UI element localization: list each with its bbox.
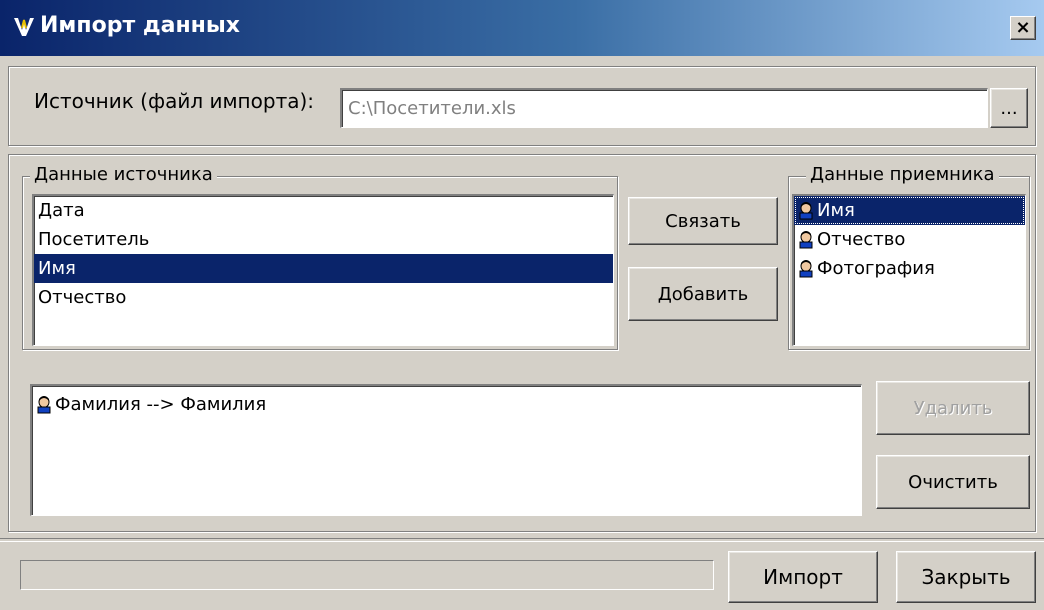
import-dialog: Импорт данных × Источник (файл импорта):…	[0, 0, 1044, 610]
person-icon	[799, 230, 813, 248]
app-logo-icon	[14, 18, 34, 36]
source-fields-list[interactable]: Дата Посетитель Имя Отчество	[32, 194, 614, 346]
target-field-item[interactable]: Имя	[794, 196, 1025, 225]
target-field-label: Имя	[817, 200, 855, 221]
field-links-list[interactable]: Фамилия --> Фамилия	[30, 384, 862, 516]
title-bar[interactable]: Импорт данных ×	[0, 0, 1044, 56]
close-button-label: Закрыть	[921, 565, 1011, 589]
divider	[0, 538, 1044, 542]
add-button[interactable]: Добавить	[628, 267, 778, 321]
source-label: Источник (файл импорта):	[34, 89, 315, 113]
person-icon	[37, 395, 51, 413]
import-button-label: Импорт	[763, 565, 843, 589]
target-field-item[interactable]: Фотография	[794, 254, 1025, 283]
target-field-label: Фотография	[817, 258, 935, 279]
clear-button-label: Очистить	[908, 471, 998, 493]
person-icon	[799, 201, 813, 219]
source-field-label: Имя	[38, 258, 76, 279]
close-icon: ×	[1015, 17, 1031, 38]
delete-button[interactable]: Удалить	[876, 381, 1030, 435]
import-progress-bar	[20, 560, 714, 590]
link-item[interactable]: Фамилия --> Фамилия	[32, 390, 861, 419]
window-title: Импорт данных	[40, 13, 240, 38]
person-icon	[799, 259, 813, 277]
target-field-item[interactable]: Отчество	[794, 225, 1025, 254]
target-data-title: Данные приемника	[806, 164, 999, 185]
source-file-input[interactable]	[340, 88, 988, 128]
source-field-label: Отчество	[38, 287, 127, 308]
target-fields-list[interactable]: Имя Отчество Фотография	[792, 194, 1026, 346]
close-window-button[interactable]: ×	[1010, 16, 1036, 40]
browse-label: ...	[1000, 97, 1018, 119]
link-button-label: Связать	[665, 210, 741, 232]
source-data-title: Данные источника	[30, 164, 217, 185]
import-button[interactable]: Импорт	[728, 551, 878, 603]
target-field-label: Отчество	[817, 229, 906, 250]
source-field-label: Посетитель	[38, 229, 150, 250]
source-field-item[interactable]: Посетитель	[34, 225, 613, 254]
browse-button[interactable]: ...	[990, 88, 1028, 128]
add-button-label: Добавить	[657, 283, 749, 305]
source-field-item[interactable]: Дата	[34, 196, 613, 225]
source-field-item[interactable]: Отчество	[34, 283, 613, 312]
close-button[interactable]: Закрыть	[896, 551, 1036, 603]
link-button[interactable]: Связать	[628, 197, 778, 245]
link-item-label: Фамилия --> Фамилия	[55, 394, 267, 415]
clear-button[interactable]: Очистить	[876, 455, 1030, 509]
source-field-label: Дата	[38, 200, 85, 221]
source-field-item[interactable]: Имя	[34, 254, 613, 283]
delete-button-label: Удалить	[913, 397, 993, 419]
